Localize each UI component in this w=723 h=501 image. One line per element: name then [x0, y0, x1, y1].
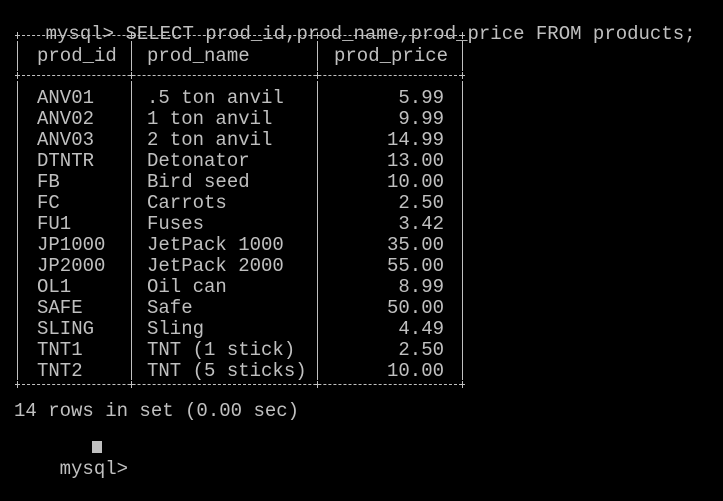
cell-prod-id: ANV03	[37, 129, 95, 151]
cell-prod-price: 10.00	[386, 171, 444, 193]
cell-prod-name: Fuses	[147, 213, 205, 235]
cell-prod-price: 4.49	[398, 318, 444, 340]
table-bottom-border-corner-v	[17, 381, 18, 388]
cell-prod-price: 5.99	[398, 87, 444, 109]
column-header: prod_name	[147, 45, 250, 67]
cell-prod-id: DTNTR	[37, 150, 95, 172]
table-bottom-border-corner-v	[131, 381, 132, 388]
cell-prod-price: 55.00	[386, 255, 444, 277]
prompt: mysql>	[45, 23, 115, 45]
cell-prod-price: 50.00	[386, 297, 444, 319]
cell-prod-price: 13.00	[386, 150, 444, 172]
cell-prod-name: 2 ton anvil	[147, 129, 273, 151]
cell-prod-price: 35.00	[386, 234, 444, 256]
cell-prod-id: TNT1	[37, 339, 83, 361]
column-header: prod_id	[37, 45, 117, 67]
header-column-separator	[462, 41, 463, 71]
table-bottom-border-corner-v	[462, 381, 463, 388]
cell-prod-id: SLING	[37, 318, 95, 340]
cell-prod-id: JP2000	[37, 255, 106, 277]
table-header-border-corner-v	[17, 72, 18, 79]
cell-prod-id: ANV01	[37, 87, 95, 109]
cell-prod-id: TNT2	[37, 360, 83, 382]
table-header-border	[17, 75, 462, 77]
table-bottom-border	[17, 384, 462, 386]
cell-prod-id: FU1	[37, 213, 72, 235]
next-prompt: mysql>	[14, 438, 128, 501]
command-line: mysql> SELECT prod_id,prod_name,prod_pri…	[0, 3, 696, 45]
cell-prod-price: 14.99	[386, 129, 444, 151]
cell-prod-name: Bird seed	[147, 171, 250, 193]
table-top-border-corner-v	[462, 32, 463, 39]
table-header-border-corner-v	[317, 72, 318, 79]
cell-prod-id: FB	[37, 171, 60, 193]
body-column-separator	[462, 81, 463, 380]
cell-prod-name: 1 ton anvil	[147, 108, 273, 130]
cell-prod-price: 8.99	[398, 276, 444, 298]
cell-prod-id: FC	[37, 192, 60, 214]
table-top-border-corner-v	[317, 32, 318, 39]
prompt-2: mysql>	[59, 458, 129, 480]
cell-prod-id: ANV02	[37, 108, 95, 130]
body-column-separator	[17, 81, 18, 380]
column-header: prod_price	[334, 45, 449, 67]
cell-prod-name: Carrots	[147, 192, 227, 214]
table-bottom-border-corner-v	[317, 381, 318, 388]
body-column-separator	[131, 81, 132, 380]
table-top-border	[17, 35, 462, 37]
cell-prod-name: JetPack 1000	[147, 234, 284, 256]
text-cursor	[92, 441, 102, 453]
cell-prod-price: 2.50	[398, 192, 444, 214]
terminal-window[interactable]: mysql> SELECT prod_id,prod_name,prod_pri…	[0, 0, 723, 480]
cell-prod-name: Oil can	[147, 276, 227, 298]
cell-prod-name: .5 ton anvil	[147, 87, 284, 109]
result-status: 14 rows in set (0.00 sec)	[14, 400, 300, 422]
table-header-border-corner-v	[131, 72, 132, 79]
cell-prod-price: 9.99	[398, 108, 444, 130]
cell-prod-id: JP1000	[37, 234, 106, 256]
cell-prod-name: Safe	[147, 297, 193, 319]
header-column-separator	[17, 41, 18, 71]
cell-prod-name: Detonator	[147, 150, 250, 172]
cell-prod-price: 3.42	[398, 213, 444, 235]
table-top-border-corner-v	[17, 32, 18, 39]
cell-prod-name: TNT (5 sticks)	[147, 360, 307, 382]
header-column-separator	[317, 41, 318, 71]
header-column-separator	[131, 41, 132, 71]
body-column-separator	[317, 81, 318, 380]
cell-prod-price: 2.50	[398, 339, 444, 361]
sql-command: SELECT prod_id,prod_name,prod_price FROM…	[125, 23, 696, 45]
cell-prod-id: OL1	[37, 276, 72, 298]
cell-prod-name: JetPack 2000	[147, 255, 284, 277]
cell-prod-price: 10.00	[386, 360, 444, 382]
cell-prod-id: SAFE	[37, 297, 83, 319]
cell-prod-name: TNT (1 stick)	[147, 339, 296, 361]
cell-prod-name: Sling	[147, 318, 205, 340]
table-header-border-corner-v	[462, 72, 463, 79]
table-top-border-corner-v	[131, 32, 132, 39]
